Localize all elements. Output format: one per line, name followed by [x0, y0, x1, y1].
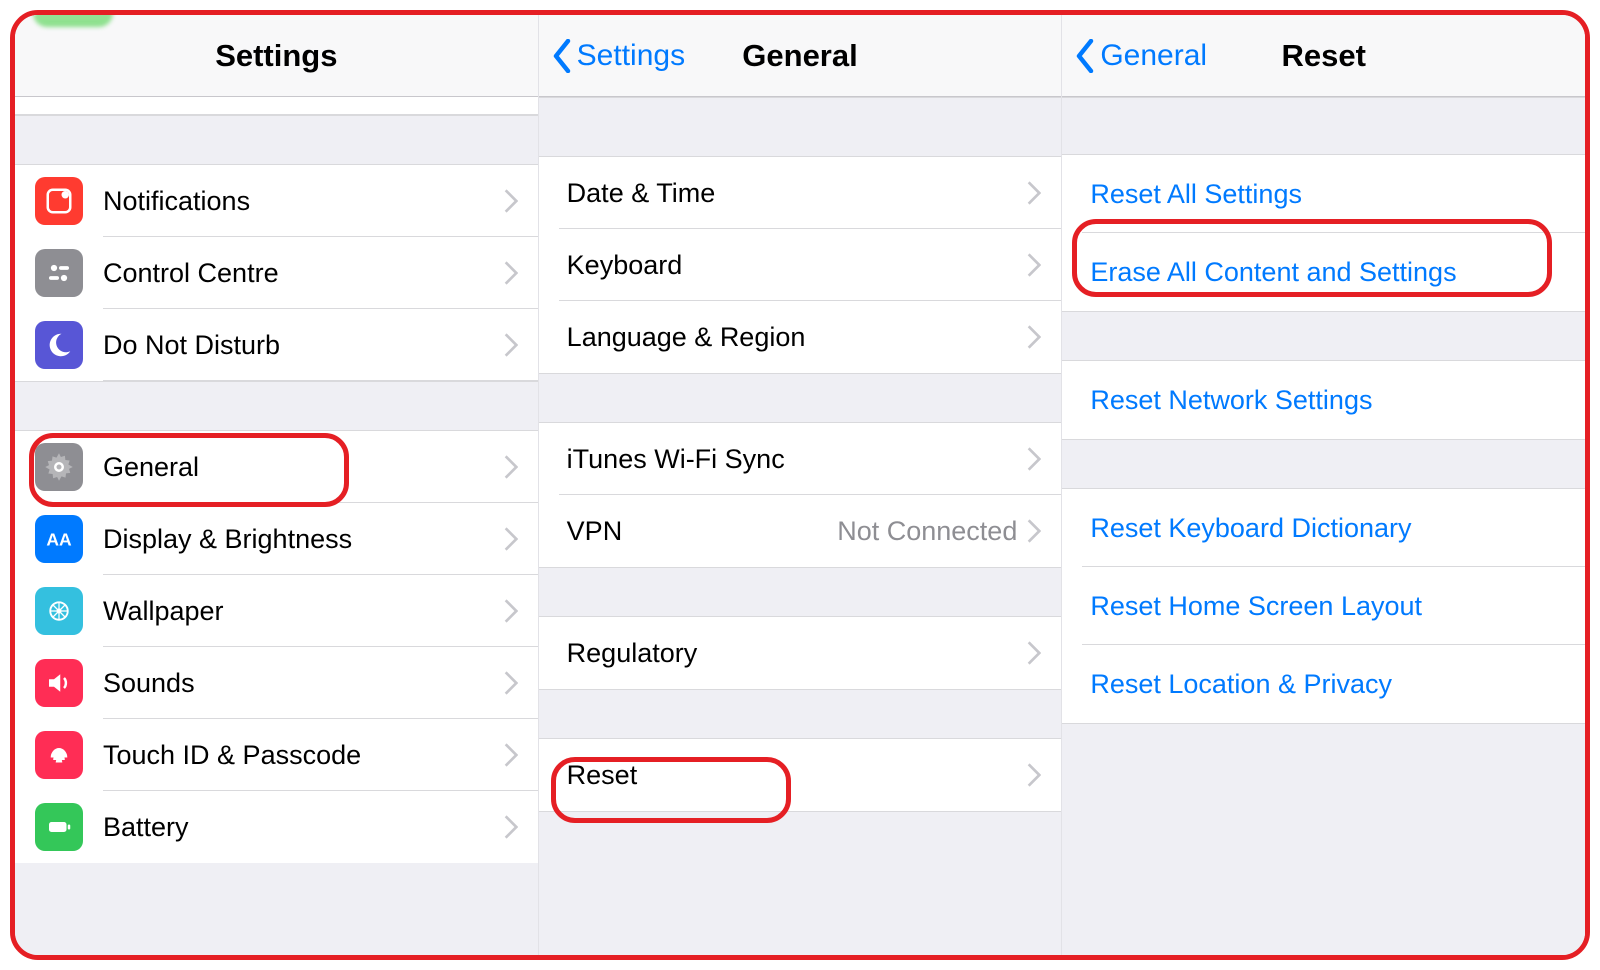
- row-label: General: [103, 452, 199, 483]
- moon-icon: [35, 321, 83, 369]
- display-icon: AA: [35, 515, 83, 563]
- back-label: General: [1100, 39, 1207, 73]
- row-label: Wallpaper: [103, 596, 224, 627]
- row-label: Regulatory: [567, 638, 698, 669]
- speaker-icon: [35, 659, 83, 707]
- group-gap: [539, 689, 1062, 739]
- group-gap: [539, 811, 1062, 955]
- chevron-right-icon: [1027, 641, 1041, 665]
- row-label: Notifications: [103, 186, 250, 217]
- group-gap: [539, 567, 1062, 617]
- row-label: Language & Region: [567, 322, 806, 353]
- general-row-reset[interactable]: Reset: [539, 739, 1062, 811]
- general-panel: Settings General Date & Time Keyboard La…: [538, 15, 1062, 955]
- chevron-right-icon: [504, 333, 518, 357]
- row-label: VPN: [567, 516, 623, 547]
- wallpaper-icon: [35, 587, 83, 635]
- reset-row-erase[interactable]: Erase All Content and Settings: [1062, 233, 1585, 311]
- row-label: Sounds: [103, 668, 195, 699]
- chevron-right-icon: [1027, 253, 1041, 277]
- settings-row-dnd[interactable]: Do Not Disturb: [15, 309, 538, 381]
- settings-row-battery[interactable]: Battery: [15, 791, 538, 863]
- chevron-right-icon: [1027, 763, 1041, 787]
- battery-icon: [35, 803, 83, 851]
- row-stub: [15, 97, 538, 115]
- settings-row-sounds[interactable]: Sounds: [15, 647, 538, 719]
- general-navbar: Settings General: [539, 15, 1062, 97]
- chevron-right-icon: [1027, 325, 1041, 349]
- settings-row-general[interactable]: General: [15, 431, 538, 503]
- settings-row-touchid[interactable]: Touch ID & Passcode: [15, 719, 538, 791]
- group-gap: [539, 97, 1062, 157]
- general-row-regulatory[interactable]: Regulatory: [539, 617, 1062, 689]
- group-gap: [539, 373, 1062, 423]
- chevron-right-icon: [504, 261, 518, 285]
- reset-title: Reset: [1281, 38, 1365, 74]
- row-label: Erase All Content and Settings: [1090, 257, 1456, 288]
- chevron-right-icon: [504, 743, 518, 767]
- triptych-frame: Settings Notifications Control Centre: [10, 10, 1590, 960]
- settings-title: Settings: [215, 38, 337, 74]
- fingerprint-icon: [35, 731, 83, 779]
- group-gap: [1062, 97, 1585, 155]
- row-detail: Not Connected: [837, 516, 1017, 547]
- carrier-indicator: [33, 15, 113, 27]
- row-label: Reset Home Screen Layout: [1090, 591, 1422, 622]
- chevron-right-icon: [1027, 519, 1041, 543]
- row-label: Reset Network Settings: [1090, 385, 1372, 416]
- reset-row-keyboard[interactable]: Reset Keyboard Dictionary: [1062, 489, 1585, 567]
- gear-icon: [35, 443, 83, 491]
- settings-row-wallpaper[interactable]: Wallpaper: [15, 575, 538, 647]
- row-label: Date & Time: [567, 178, 716, 209]
- chevron-right-icon: [504, 671, 518, 695]
- svg-text:AA: AA: [46, 529, 72, 549]
- back-label: Settings: [577, 39, 685, 73]
- chevron-right-icon: [504, 189, 518, 213]
- general-row-keyboard[interactable]: Keyboard: [539, 229, 1062, 301]
- group-gap: [1062, 311, 1585, 361]
- control-centre-icon: [35, 249, 83, 297]
- reset-row-location[interactable]: Reset Location & Privacy: [1062, 645, 1585, 723]
- row-label: Control Centre: [103, 258, 279, 289]
- general-row-language[interactable]: Language & Region: [539, 301, 1062, 373]
- chevron-right-icon: [504, 599, 518, 623]
- row-label: iTunes Wi-Fi Sync: [567, 444, 785, 475]
- settings-panel: Settings Notifications Control Centre: [15, 15, 538, 955]
- row-label: Touch ID & Passcode: [103, 740, 361, 771]
- chevron-right-icon: [504, 815, 518, 839]
- row-label: Display & Brightness: [103, 524, 352, 555]
- row-label: Do Not Disturb: [103, 330, 280, 361]
- group-gap: [15, 115, 538, 165]
- settings-row-notifications[interactable]: Notifications: [15, 165, 538, 237]
- group-gap: [15, 381, 538, 431]
- row-label: Battery: [103, 812, 189, 843]
- reset-row-network[interactable]: Reset Network Settings: [1062, 361, 1585, 439]
- back-general-button[interactable]: General: [1076, 15, 1207, 96]
- reset-panel: General Reset Reset All Settings Erase A…: [1061, 15, 1585, 955]
- chevron-right-icon: [504, 527, 518, 551]
- general-row-vpn[interactable]: VPN Not Connected: [539, 495, 1062, 567]
- row-label: Reset Keyboard Dictionary: [1090, 513, 1411, 544]
- general-row-datetime[interactable]: Date & Time: [539, 157, 1062, 229]
- general-title: General: [742, 38, 857, 74]
- row-label: Reset: [567, 760, 638, 791]
- reset-row-all[interactable]: Reset All Settings: [1062, 155, 1585, 233]
- settings-navbar: Settings: [15, 15, 538, 97]
- settings-row-control-centre[interactable]: Control Centre: [15, 237, 538, 309]
- reset-navbar: General Reset: [1062, 15, 1585, 97]
- row-label: Reset Location & Privacy: [1090, 669, 1392, 700]
- chevron-right-icon: [504, 455, 518, 479]
- row-label: Reset All Settings: [1090, 179, 1302, 210]
- settings-row-display[interactable]: AA Display & Brightness: [15, 503, 538, 575]
- general-row-itunes[interactable]: iTunes Wi-Fi Sync: [539, 423, 1062, 495]
- group-gap: [1062, 439, 1585, 489]
- row-label: Keyboard: [567, 250, 683, 281]
- group-gap: [1062, 723, 1585, 955]
- reset-row-home[interactable]: Reset Home Screen Layout: [1062, 567, 1585, 645]
- notifications-icon: [35, 177, 83, 225]
- back-settings-button[interactable]: Settings: [553, 15, 685, 96]
- chevron-right-icon: [1027, 447, 1041, 471]
- chevron-right-icon: [1027, 181, 1041, 205]
